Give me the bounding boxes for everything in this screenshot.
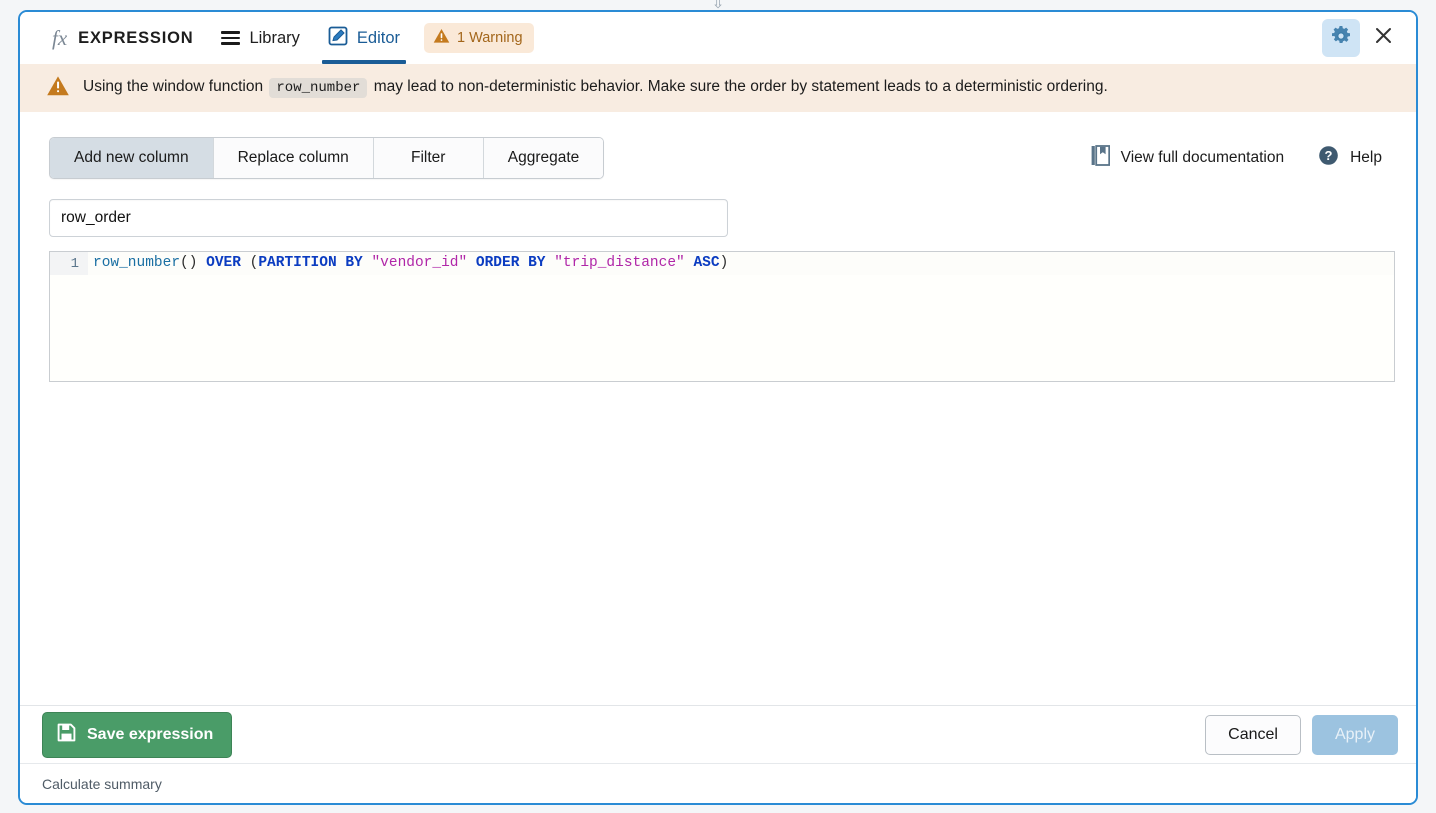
edit-pencil-icon xyxy=(328,26,348,51)
save-expression-label: Save expression xyxy=(87,725,214,743)
page-title: EXPRESSION xyxy=(78,28,194,47)
floppy-disk-icon xyxy=(57,723,76,747)
close-icon xyxy=(1375,26,1392,50)
line-number: 1 xyxy=(50,255,88,272)
banner-text-before: Using the window function xyxy=(83,77,264,95)
banner-text-after: may lead to non-deterministic behavior. … xyxy=(373,77,1108,95)
gear-icon xyxy=(1330,25,1352,52)
svg-text:?: ? xyxy=(1325,148,1333,163)
tab-aggregate[interactable]: Aggregate xyxy=(483,138,604,178)
book-icon xyxy=(1091,145,1110,171)
code-line-1: 1 row_number() OVER (PARTITION BY "vendo… xyxy=(50,252,1394,275)
view-full-documentation-link[interactable]: View full documentation xyxy=(1091,145,1284,171)
dialog-footer: Save expression Cancel Apply xyxy=(20,705,1416,763)
tab-editor-label: Editor xyxy=(356,28,400,47)
dialog-header: fx EXPRESSION Library Editor 1 Warning xyxy=(20,12,1416,64)
tab-editor[interactable]: Editor xyxy=(314,12,414,64)
tab-library-label: Library xyxy=(249,28,300,47)
column-name-input[interactable] xyxy=(49,199,728,237)
banner-warning-triangle-icon xyxy=(46,75,70,102)
header-actions xyxy=(1322,19,1406,57)
expression-code-editor[interactable]: 1 row_number() OVER (PARTITION BY "vendo… xyxy=(49,251,1395,382)
expression-title-group: fx EXPRESSION xyxy=(38,12,207,64)
tab-library[interactable]: Library xyxy=(207,12,313,64)
status-bar: Calculate summary xyxy=(20,763,1416,803)
help-link[interactable]: ? Help xyxy=(1318,145,1382,171)
hamburger-icon xyxy=(221,31,241,45)
warning-triangle-icon xyxy=(433,28,450,48)
warning-count-badge[interactable]: 1 Warning xyxy=(424,23,534,53)
footer-actions: Cancel Apply xyxy=(1205,714,1398,755)
warning-count-label: 1 Warning xyxy=(457,30,523,46)
cancel-button[interactable]: Cancel xyxy=(1205,714,1301,755)
mode-toolbar: Add new column Replace column Filter Agg… xyxy=(49,137,1394,179)
apply-button[interactable]: Apply xyxy=(1311,714,1398,755)
fx-icon: fx xyxy=(52,25,68,50)
help-label: Help xyxy=(1350,149,1382,166)
banner-function-chip: row_number xyxy=(269,77,368,99)
tab-add-new-column[interactable]: Add new column xyxy=(50,138,214,178)
warning-banner: Using the window function row_number may… xyxy=(20,64,1416,112)
tab-filter[interactable]: Filter xyxy=(373,138,484,178)
banner-message: Using the window function row_number may… xyxy=(83,77,1108,99)
drag-down-arrow-icon: ⇩ xyxy=(711,0,725,12)
expression-dialog: fx EXPRESSION Library Editor 1 Warning U… xyxy=(18,10,1418,805)
status-bar-label: Calculate summary xyxy=(42,775,162,792)
code-content[interactable]: row_number() OVER (PARTITION BY "vendor_… xyxy=(88,252,1394,275)
save-expression-button[interactable]: Save expression xyxy=(42,711,233,758)
close-button[interactable] xyxy=(1366,21,1400,55)
tab-replace-column[interactable]: Replace column xyxy=(213,138,374,178)
question-circle-icon: ? xyxy=(1318,145,1339,171)
mode-segmented-control: Add new column Replace column Filter Agg… xyxy=(49,137,605,179)
dialog-body: Add new column Replace column Filter Agg… xyxy=(20,112,1416,705)
view-full-documentation-label: View full documentation xyxy=(1120,149,1285,166)
settings-button[interactable] xyxy=(1322,19,1360,57)
help-links: View full documentation ? Help xyxy=(1091,145,1394,171)
